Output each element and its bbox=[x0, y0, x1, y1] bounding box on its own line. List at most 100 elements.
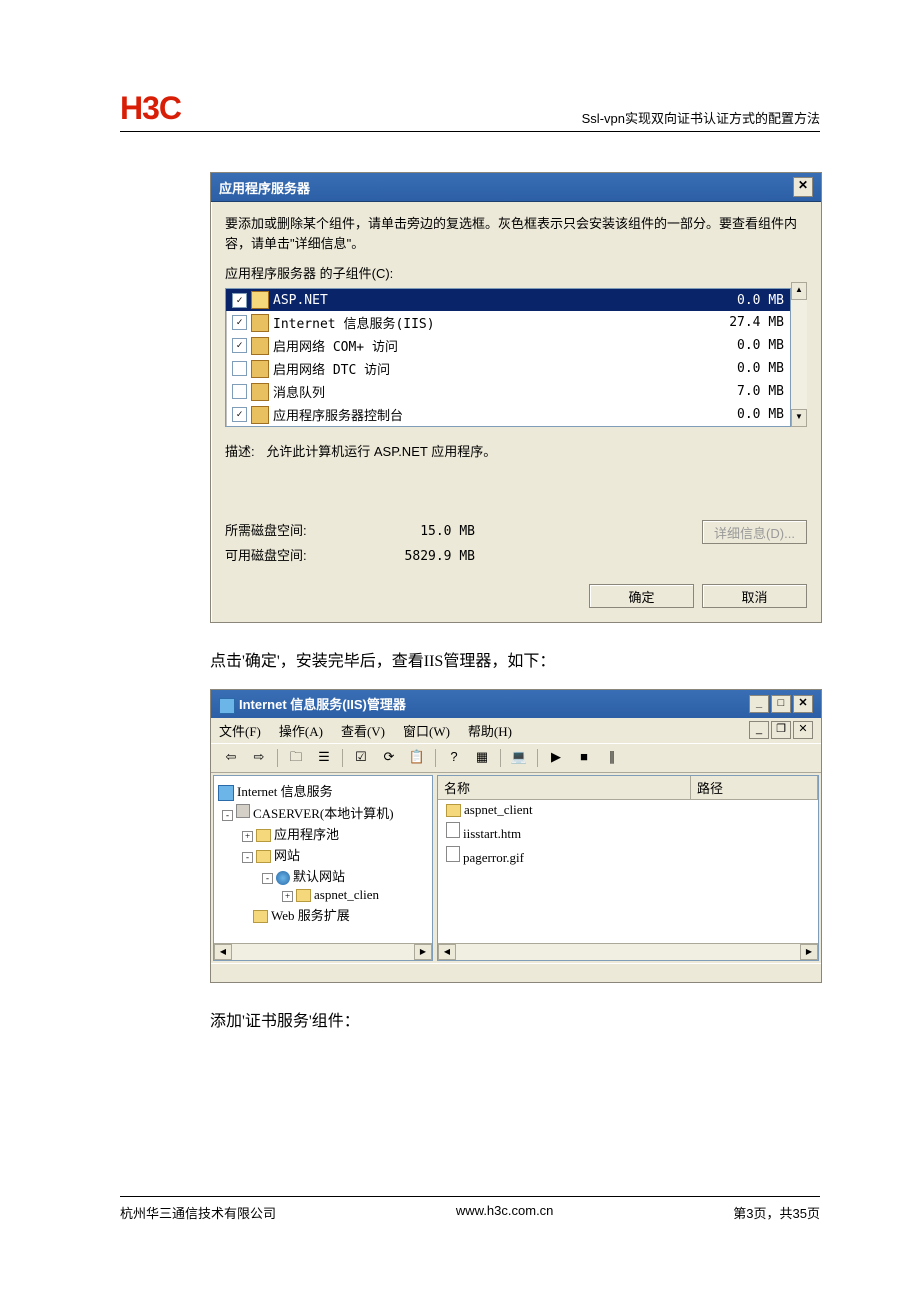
page-footer: 杭州华三通信技术有限公司 www.h3c.com.cn 第3页，共35页 bbox=[120, 1196, 820, 1222]
server-icon bbox=[236, 804, 250, 818]
col-name[interactable]: 名称 bbox=[438, 776, 691, 799]
checkbox[interactable]: ✓ bbox=[232, 293, 247, 308]
dialog-titlebar: 应用程序服务器 ✕ bbox=[211, 173, 821, 202]
ok-button[interactable]: 确定 bbox=[589, 584, 694, 608]
component-icon bbox=[251, 337, 269, 355]
iis-manager-window: Internet 信息服务(IIS)管理器 _ □ ✕ 文件(F) 操作(A) 查看… bbox=[210, 689, 822, 983]
hscroll-left-icon[interactable]: ◀ bbox=[438, 944, 456, 960]
checkbox[interactable]: ✓ bbox=[232, 315, 247, 330]
close-icon[interactable]: ✕ bbox=[793, 695, 813, 713]
checkbox[interactable]: ✓ bbox=[232, 407, 247, 422]
body-text-2: 添加'证书服务'组件： bbox=[210, 1007, 820, 1031]
page-header: H3C Ssl-vpn实现双向证书认证方式的配置方法 bbox=[120, 90, 820, 132]
forward-icon[interactable]: ⇨ bbox=[247, 747, 271, 769]
component-row[interactable]: ✓ASP.NET0.0 MB bbox=[226, 289, 790, 311]
properties-icon[interactable]: ☑ bbox=[349, 747, 373, 769]
folder-icon bbox=[253, 910, 268, 923]
mdi-restore-icon[interactable]: ❐ bbox=[771, 721, 791, 739]
mdi-minimize-icon[interactable]: _ bbox=[749, 721, 769, 739]
component-list[interactable]: ✓ASP.NET0.0 MB✓Internet 信息服务(IIS)27.4 MB… bbox=[225, 288, 791, 427]
refresh-icon[interactable]: ⟳ bbox=[377, 747, 401, 769]
component-icon bbox=[251, 360, 269, 378]
stop-icon[interactable]: ■ bbox=[572, 747, 596, 769]
component-label: 启用网络 DTC 访问 bbox=[273, 359, 390, 378]
close-icon[interactable]: ✕ bbox=[793, 177, 813, 197]
globe-icon bbox=[276, 871, 290, 885]
minimize-icon[interactable]: _ bbox=[749, 695, 769, 713]
cancel-button[interactable]: 取消 bbox=[702, 584, 807, 608]
footer-right: 第3页，共35页 bbox=[733, 1203, 820, 1222]
menu-item[interactable]: 窗口(W) bbox=[403, 721, 450, 740]
collapse-icon[interactable]: - bbox=[262, 873, 273, 884]
component-row[interactable]: ✓ 启用网络 COM+ 访问 0.0 MB bbox=[226, 334, 790, 357]
help-icon[interactable]: ? bbox=[442, 747, 466, 769]
folder-icon bbox=[296, 889, 311, 902]
scroll-up-icon[interactable]: ▲ bbox=[791, 282, 807, 300]
file-icon bbox=[446, 846, 460, 862]
list-item[interactable]: aspnet_client bbox=[438, 800, 818, 820]
collapse-icon[interactable]: - bbox=[242, 852, 253, 863]
folder-icon bbox=[446, 804, 461, 817]
tree-web-ext[interactable]: Web 服务扩展 bbox=[271, 908, 350, 923]
component-row[interactable]: ✓Internet 信息服务(IIS)27.4 MB bbox=[226, 311, 790, 334]
tree-view[interactable]: Internet 信息服务 -CASERVER(本地计算机) +应用程序池 -网… bbox=[213, 775, 433, 961]
toolbar: ⇦ ⇨ 🗀 ☰ ☑ ⟳ 📋 ? ▦ 💻 ▶ ■ ∥ bbox=[211, 743, 821, 773]
dialog-intro: 要添加或删除某个组件，请单击旁边的复选框。灰色框表示只会安装该组件的一部分。要查… bbox=[225, 214, 807, 253]
expand-icon[interactable]: + bbox=[282, 891, 293, 902]
disk-free-label: 可用磁盘空间: bbox=[225, 545, 365, 564]
mmc-title-text: Internet 信息服务(IIS)管理器 bbox=[239, 697, 406, 712]
menu-item[interactable]: 帮助(H) bbox=[468, 721, 512, 740]
list-view[interactable]: 名称 路径 aspnet_clientiisstart.htmpagerror.… bbox=[437, 775, 819, 961]
hscroll-right-icon[interactable]: ▶ bbox=[414, 944, 432, 960]
list-item[interactable]: pagerror.gif bbox=[438, 844, 818, 868]
checkbox[interactable] bbox=[232, 361, 247, 376]
col-path[interactable]: 路径 bbox=[691, 776, 818, 799]
desc-label: 描述: bbox=[225, 444, 255, 459]
checkbox[interactable]: ✓ bbox=[232, 338, 247, 353]
statusbar bbox=[211, 963, 821, 982]
component-label: Internet 信息服务(IIS) bbox=[273, 313, 435, 332]
expand-icon[interactable]: + bbox=[242, 831, 253, 842]
menu-item[interactable]: 文件(F) bbox=[219, 721, 261, 740]
disk-free-val: 5829.9 MB bbox=[365, 549, 475, 564]
body-text-1: 点击'确定'，安装完毕后，查看IIS管理器，如下： bbox=[210, 647, 820, 671]
tree-server[interactable]: CASERVER(本地计算机) bbox=[253, 806, 394, 821]
tree-default-site[interactable]: 默认网站 bbox=[293, 869, 345, 884]
pause-icon[interactable]: ∥ bbox=[600, 747, 624, 769]
component-size: 7.0 MB bbox=[737, 384, 784, 399]
scrollbar[interactable]: ▲ ▼ bbox=[791, 282, 807, 427]
list-item[interactable]: iisstart.htm bbox=[438, 820, 818, 844]
component-row[interactable]: ✓应用程序服务器控制台0.0 MB bbox=[226, 403, 790, 426]
tree-sites[interactable]: 网站 bbox=[274, 848, 300, 863]
root-icon bbox=[218, 785, 234, 801]
tree-root[interactable]: Internet 信息服务 bbox=[237, 784, 333, 799]
tree-aspnet-client[interactable]: aspnet_clien bbox=[314, 887, 379, 902]
play-icon[interactable]: ▶ bbox=[544, 747, 568, 769]
hscroll-right-icon[interactable]: ▶ bbox=[800, 944, 818, 960]
back-icon[interactable]: ⇦ bbox=[219, 747, 243, 769]
menu-item[interactable]: 操作(A) bbox=[279, 721, 323, 740]
menu-item[interactable]: 查看(V) bbox=[341, 721, 385, 740]
connect-icon[interactable]: 💻 bbox=[507, 747, 531, 769]
collapse-icon[interactable]: - bbox=[222, 810, 233, 821]
list-icon[interactable]: ☰ bbox=[312, 747, 336, 769]
component-row[interactable]: 启用网络 DTC 访问0.0 MB bbox=[226, 357, 790, 380]
component-size: 0.0 MB bbox=[737, 407, 784, 422]
component-size: 0.0 MB bbox=[737, 338, 784, 353]
component-label: 消息队列 bbox=[273, 382, 325, 401]
component-icon bbox=[251, 291, 269, 309]
component-icon bbox=[251, 314, 269, 332]
hscroll-left-icon[interactable]: ◀ bbox=[214, 944, 232, 960]
checkbox[interactable] bbox=[232, 384, 247, 399]
maximize-icon[interactable]: □ bbox=[771, 695, 791, 713]
footer-center: www.h3c.com.cn bbox=[456, 1203, 554, 1222]
component-row[interactable]: 消息队列 7.0 MB bbox=[226, 380, 790, 403]
up-icon[interactable]: 🗀 bbox=[284, 747, 308, 769]
scroll-down-icon[interactable]: ▼ bbox=[791, 409, 807, 427]
view-icon[interactable]: ▦ bbox=[470, 747, 494, 769]
component-label: ASP.NET bbox=[273, 293, 328, 308]
tree-apppool[interactable]: 应用程序池 bbox=[274, 827, 339, 842]
component-label: 启用网络 COM+ 访问 bbox=[273, 336, 398, 355]
mdi-close-icon[interactable]: ✕ bbox=[793, 721, 813, 739]
export-icon[interactable]: 📋 bbox=[405, 747, 429, 769]
